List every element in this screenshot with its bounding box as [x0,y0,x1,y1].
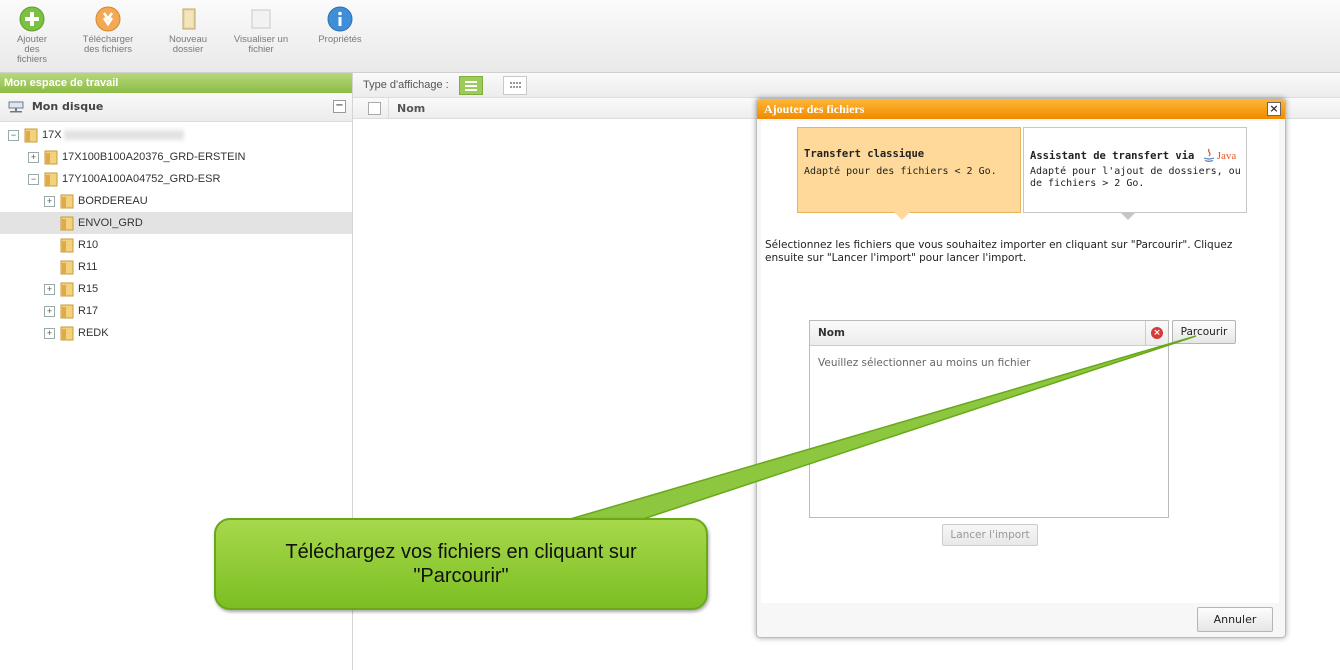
tree-item-r10[interactable]: R10 [0,234,352,256]
tree-item-bordereau[interactable]: + BORDEREAU [0,190,352,212]
empty-list-message: Veuillez sélectionner au moins un fichie… [818,357,1031,369]
tree-item-label: BORDEREAU [78,195,148,207]
properties-label: Propriétés [318,34,362,45]
tree-item-label: REDK [78,327,109,339]
tree-item-label: R17 [78,305,99,317]
tree-item-label: R10 [78,239,99,251]
close-button[interactable]: × [1267,102,1281,116]
remove-file-icon[interactable]: × [1151,327,1163,339]
tree-item-r11[interactable]: R11 [0,256,352,278]
tree-expander[interactable]: − [8,130,19,141]
tree-expander[interactable]: − [28,174,39,185]
callout-text: Téléchargez vos fichiers en cliquant sur… [216,540,706,588]
add-icon [19,6,45,32]
folder-icon [60,304,74,319]
new-folder-icon [182,8,196,30]
tree-item-envoi-grd[interactable]: ENVOI_GRD [0,212,352,234]
folder-icon [44,150,58,165]
tree-item-label: ENVOI_GRD [78,217,143,229]
redacted-text [63,130,184,141]
dialog-instructions: Sélectionnez les fichiers que vous souha… [765,239,1233,264]
tab-description: Adapté pour des fichiers < 2 Go. [804,166,997,177]
view-file-label-2: fichier [248,44,274,55]
folder-icon [60,282,74,297]
folder-icon [60,216,74,231]
column-divider [1145,321,1146,345]
disk-header: Mon disque − [0,93,352,122]
new-folder-label-2: dossier [172,44,204,55]
tree-expander[interactable]: + [44,284,55,295]
tree-item-label: R11 [78,261,98,273]
workspace-header: Mon espace de travail [0,73,352,93]
info-icon [327,6,353,32]
tree-expander[interactable]: + [28,152,39,163]
tree-expander[interactable]: + [44,196,55,207]
selected-files-list: Nom × Veuillez sélectionner au moins un … [809,320,1169,518]
callout-line-2: "Parcourir" [413,565,509,587]
tab-title: Transfert classique [804,148,925,160]
list-view-button[interactable] [459,76,483,95]
display-type-bar: Type d'affichage : [353,73,1340,98]
download-files-label-2: des fichiers [83,44,133,55]
folder-icon [60,326,74,341]
download-icon [95,6,121,32]
dialog-titlebar: Ajouter des fichiers × [757,99,1285,119]
toolbar: Ajouter des fichiers Télécharger des fic… [0,0,1340,73]
add-files-label-2: fichiers [16,54,48,65]
add-files-button[interactable]: Ajouter des fichiers [8,6,56,65]
tab-classic-transfer[interactable]: Transfert classique Adapté pour des fich… [797,127,1021,220]
cancel-button[interactable]: Annuler [1197,607,1273,632]
name-column-header[interactable]: Nom [397,102,425,115]
folder-icon [60,194,74,209]
add-files-dialog: Ajouter des fichiers × Transfert classiq… [756,98,1286,638]
tab-title: Assistant de transfert via Java [1030,148,1237,162]
tree-expander[interactable]: + [44,328,55,339]
file-list-header: Nom × [810,321,1168,346]
tutorial-callout: Téléchargez vos fichiers en cliquant sur… [214,518,708,610]
start-import-button[interactable]: Lancer l'import [942,524,1038,546]
view-file-icon [251,9,271,29]
dialog-body: Transfert classique Adapté pour des fich… [761,121,1279,603]
disk-label: Mon disque [31,100,104,113]
tree-item-r15[interactable]: + R15 [0,278,352,300]
tree-item-redk[interactable]: + REDK [0,322,352,344]
java-brand: Java [1216,150,1237,162]
view-file-button[interactable]: Visualiser un fichier [230,6,292,55]
tree-item-label: 17X100B100A20376_GRD-ERSTEIN [62,151,246,163]
tree-item-label: 17X [42,129,62,141]
network-drive-icon [8,101,24,113]
folder-icon [24,128,38,143]
folder-icon [60,260,74,275]
java-logo-icon [1203,148,1214,162]
download-files-button[interactable]: Télécharger des fichiers [78,6,138,55]
tree-item-label: 17Y100A100A04752_GRD-ESR [62,173,221,185]
browse-button[interactable]: Parcourir [1172,320,1236,344]
tab-pointer [1120,212,1136,220]
tree-item-r17[interactable]: + R17 [0,300,352,322]
tree-item-label: R15 [78,283,99,295]
tree-item-esr[interactable]: − 17Y100A100A04752_GRD-ESR [0,168,352,190]
list-view-icon [465,81,477,91]
file-name-column: Nom [818,327,845,339]
column-divider [388,98,389,118]
dialog-title: Ajouter des fichiers [764,102,865,116]
grid-view-button[interactable] [503,76,527,95]
properties-button[interactable]: Propriétés [312,6,368,45]
collapse-button[interactable]: − [333,100,346,113]
folder-icon [60,238,74,253]
tab-pointer [894,212,910,220]
display-type-label: Type d'affichage : [363,79,449,91]
folder-icon [44,172,58,187]
new-folder-button[interactable]: Nouveau dossier [162,6,214,55]
tree-expander[interactable]: + [44,306,55,317]
grid-view-icon [510,82,521,88]
tree-item-erstein[interactable]: + 17X100B100A20376_GRD-ERSTEIN [0,146,352,168]
tab-java-transfer[interactable]: Assistant de transfert via Java Adapté p… [1023,127,1247,220]
add-files-label-1: Ajouter des [16,34,48,55]
select-all-checkbox[interactable] [368,102,381,115]
callout-line-1: Téléchargez vos fichiers en cliquant sur [285,541,637,563]
tab-description: Adapté pour l'ajout de dossiers, ou de f… [1030,166,1241,189]
tree-item-root[interactable]: − 17X [0,124,352,146]
